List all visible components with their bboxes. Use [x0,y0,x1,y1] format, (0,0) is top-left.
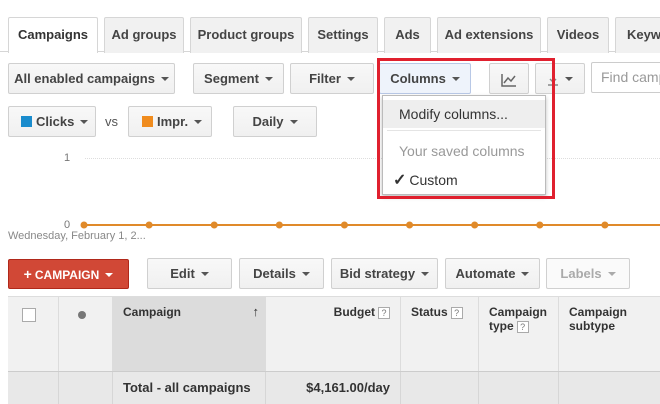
budget-header-label: Budget [333,305,375,319]
metric2-select[interactable]: Impr. [128,106,212,137]
total-row-budget: $4,161.00/day [266,372,401,404]
tab-videos[interactable]: Videos [547,17,609,53]
chevron-down-icon [346,76,355,81]
total-row-cell [559,372,660,404]
labels-label: Labels [560,266,602,281]
bid-strategy-button[interactable]: Bid strategy [331,258,438,289]
bid-strategy-label: Bid strategy [339,266,416,281]
total-row-cell [59,372,113,404]
campaigns-table: Campaign ↑ Budget? Status? Campaign type… [8,296,660,404]
help-icon[interactable]: ? [450,307,463,319]
tab-ad-extensions[interactable]: Ad extensions [437,17,541,53]
chevron-down-icon [521,271,530,276]
details-label: Details [253,266,296,281]
metric1-select[interactable]: Clicks [8,106,96,137]
data-point[interactable] [340,221,348,229]
select-all-checkbox[interactable] [22,308,36,322]
x-axis-date-label: Wednesday, February 1, 2... [8,230,146,242]
metric1-label: Clicks [36,114,75,129]
status-header-label: Status [411,305,448,319]
chevron-down-icon [607,271,616,276]
period-label: Daily [252,114,284,129]
tab-ads[interactable]: Ads [384,17,431,53]
status-column-header[interactable]: Status? [401,297,479,371]
segment-label: Segment [204,71,259,86]
tab-settings[interactable]: Settings [308,17,378,53]
total-row-cell [8,372,59,404]
total-row-cell [401,372,479,404]
add-campaign-button[interactable]: + CAMPAIGN [8,259,129,289]
campaign-header-label: Campaign [123,305,182,319]
chevron-down-icon [194,119,203,124]
campaign-column-header[interactable]: Campaign ↑ [113,297,266,371]
data-point[interactable] [406,221,414,229]
vs-label: vs [105,114,118,129]
chevron-down-icon [289,119,298,124]
labels-button[interactable]: Labels [546,258,630,289]
filter-button[interactable]: Filter [290,63,374,94]
campaign-subtype-column-header[interactable]: Campaign subtype [559,297,660,371]
tab-keywords[interactable]: Keywords [615,17,660,53]
total-row-label: Total - all campaigns [113,372,266,404]
metric2-swatch [142,116,153,127]
chevron-down-icon [200,271,209,276]
campaign-filter-label: All enabled campaigns [14,71,155,86]
campaign-subtype-header-label: Campaign subtype [569,305,628,333]
help-icon[interactable]: ? [516,321,529,333]
total-row: Total - all campaigns $4,161.00/day [8,371,660,404]
total-row-cell [479,372,559,404]
select-all-header [8,297,59,371]
budget-column-header[interactable]: Budget? [266,297,401,371]
status-dot-header [59,297,113,371]
details-button[interactable]: Details [239,258,324,289]
filter-label: Filter [309,71,341,86]
data-point[interactable] [275,221,283,229]
automate-label: Automate [455,266,516,281]
chevron-down-icon [565,76,573,81]
highlight-annotation-box [377,58,555,199]
sort-ascending-icon: ↑ [252,304,260,319]
segment-button[interactable]: Segment [193,63,284,94]
chevron-down-icon [301,271,310,276]
search-input[interactable]: Find campaigns [591,62,660,93]
data-point[interactable] [601,221,609,229]
metric2-label: Impr. [157,114,189,129]
help-icon[interactable]: ? [378,307,390,319]
data-point[interactable] [471,221,479,229]
tab-campaigns[interactable]: Campaigns [8,17,98,53]
campaign-filter-select[interactable]: All enabled campaigns [8,63,175,94]
y-tick-label: 1 [64,152,71,164]
automate-button[interactable]: Automate [445,258,540,289]
data-point[interactable] [80,221,88,229]
campaign-type-column-header[interactable]: Campaign type? [479,297,559,371]
chevron-down-icon [80,119,89,124]
status-dot-icon [78,311,86,319]
add-campaign-label: CAMPAIGN [34,268,100,282]
edit-label: Edit [170,266,195,281]
tab-product-groups[interactable]: Product groups [190,17,302,53]
chevron-down-icon [160,76,169,81]
data-point[interactable] [145,221,153,229]
chevron-down-icon [421,271,430,276]
plus-icon: + [23,266,32,282]
data-point[interactable] [210,221,218,229]
data-point[interactable] [536,221,544,229]
chevron-down-icon [264,76,273,81]
edit-button[interactable]: Edit [147,258,232,289]
gridline-top [85,158,660,159]
tab-ad-groups[interactable]: Ad groups [104,17,184,53]
period-select[interactable]: Daily [233,106,317,137]
metric1-swatch [21,116,32,127]
chevron-down-icon [105,272,114,277]
tab-bar: Campaigns Ad groups Product groups Setti… [0,0,660,53]
